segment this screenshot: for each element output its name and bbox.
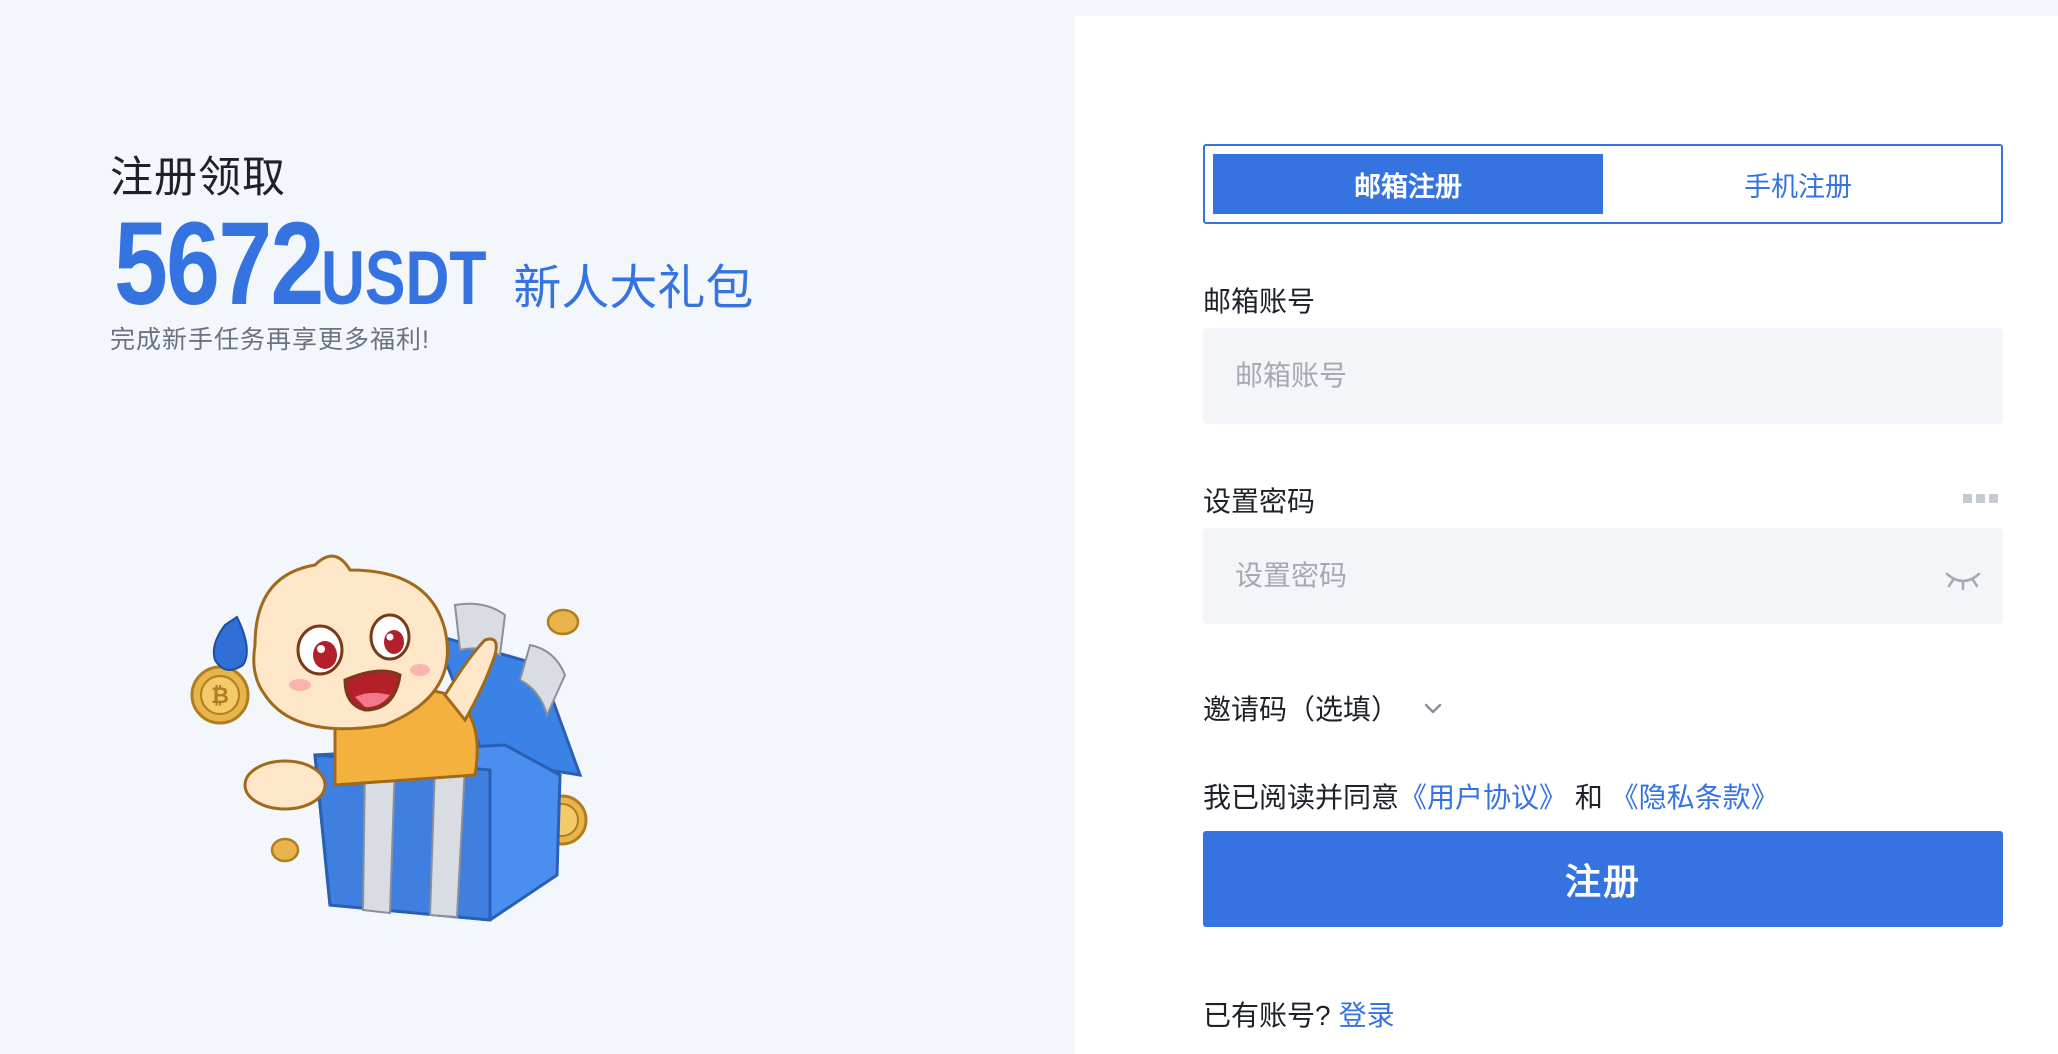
- promo-headline: 5672 USDT 新人大礼包: [114, 205, 753, 323]
- promo-section: 注册领取 5672 USDT 新人大礼包 完成新手任务再享更多福利! ₿: [0, 0, 1075, 1054]
- password-input[interactable]: [1203, 528, 2003, 624]
- promo-amount: 5672: [114, 198, 324, 330]
- coin-icon: [546, 608, 580, 636]
- promo-gift: 新人大礼包: [513, 262, 754, 315]
- promo-subtitle: 完成新手任务再享更多福利!: [110, 326, 430, 354]
- svg-text:₿: ₿: [211, 684, 229, 709]
- promo-unit: USDT: [320, 236, 487, 321]
- login-prompt-text: 已有账号?: [1203, 1000, 1331, 1031]
- agreement-conjunction: 和: [1574, 782, 1603, 813]
- register-button[interactable]: 注册: [1203, 831, 2003, 927]
- email-field-label: 邮箱账号: [1203, 286, 1316, 317]
- tab-phone-register[interactable]: 手机注册: [1603, 154, 1993, 214]
- password-field-label: 设置密码: [1203, 486, 1316, 517]
- email-input[interactable]: [1203, 328, 2003, 424]
- invite-code-toggle[interactable]: 邀请码（选填）: [1203, 688, 1443, 728]
- promo-kicker: 注册领取: [110, 154, 286, 202]
- coin-icon: [270, 837, 300, 863]
- privacy-policy-link[interactable]: 《隐私条款》: [1611, 782, 1779, 813]
- invite-code-label: 邀请码（选填）: [1203, 694, 1400, 725]
- mascot-illustration: ₿: [190, 554, 588, 922]
- tab-email-register[interactable]: 邮箱注册: [1213, 154, 1603, 214]
- coin-icon: ₿: [190, 665, 250, 725]
- login-link[interactable]: 登录: [1339, 1000, 1395, 1031]
- login-prompt: 已有账号? 登录: [1203, 994, 1395, 1034]
- register-page: 注册领取 5672 USDT 新人大礼包 完成新手任务再享更多福利! ₿ 邮箱注…: [0, 0, 2058, 1054]
- agreement-prefix: 我已阅读并同意: [1203, 782, 1400, 813]
- password-strength-dots-icon: [1963, 494, 1999, 504]
- register-panel: 邮箱注册 手机注册 邮箱账号 设置密码 邀请码（选填） 我已阅读并同意《用户协议…: [1075, 16, 2058, 1054]
- user-agreement-link[interactable]: 《用户协议》: [1399, 782, 1567, 813]
- eye-closed-icon[interactable]: [1943, 568, 1983, 592]
- register-tabs: 邮箱注册 手机注册: [1203, 144, 2003, 224]
- chevron-down-icon: [1424, 703, 1442, 714]
- agreement-text: 我已阅读并同意《用户协议》 和 《隐私条款》: [1203, 776, 1779, 816]
